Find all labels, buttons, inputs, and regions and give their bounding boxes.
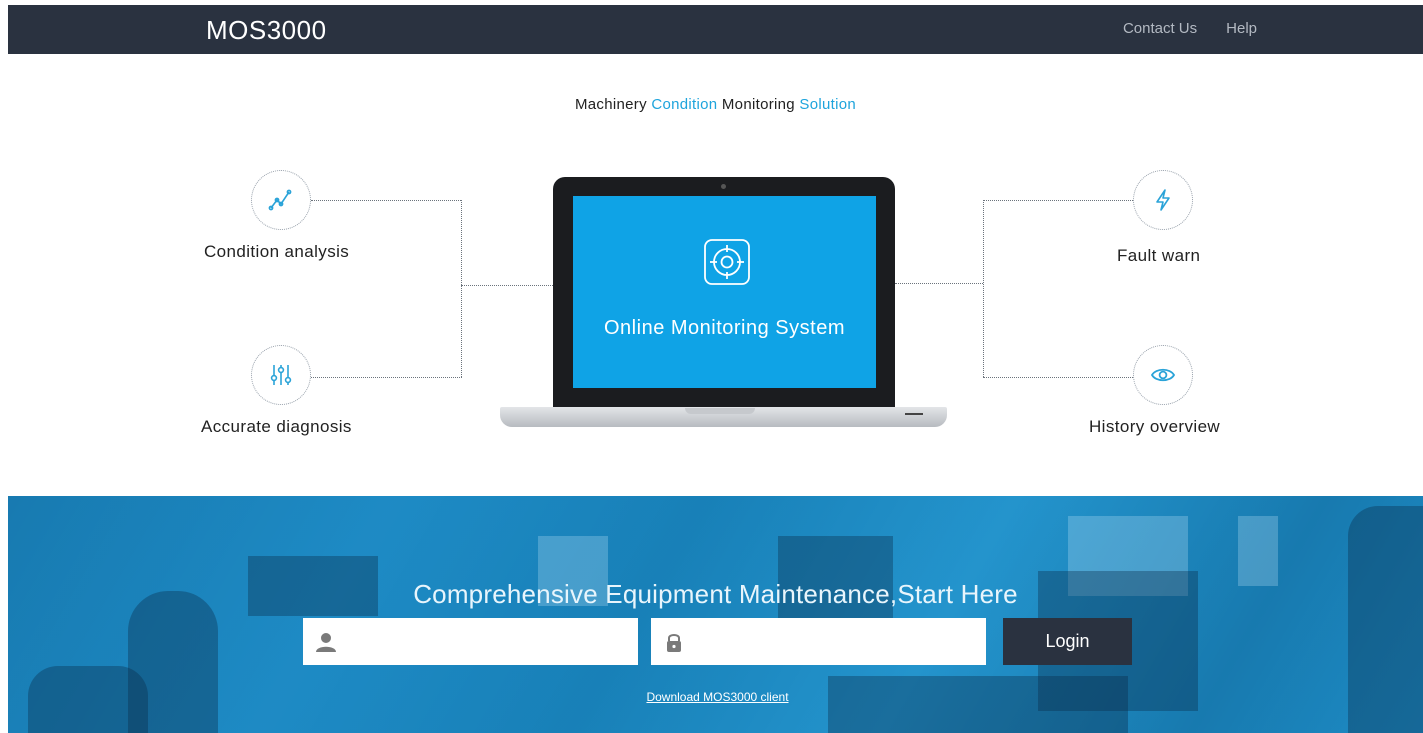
laptop-indicator bbox=[905, 413, 923, 415]
accurate-diagnosis-badge bbox=[251, 345, 311, 405]
nav-help[interactable]: Help bbox=[1226, 20, 1257, 37]
connector-line bbox=[983, 200, 984, 377]
username-input[interactable] bbox=[337, 621, 638, 662]
background-monitor bbox=[1238, 516, 1278, 586]
laptop-illustration: Online Monitoring System bbox=[500, 177, 947, 433]
condition-analysis-label: Condition analysis bbox=[204, 242, 350, 261]
connector-line bbox=[983, 200, 1133, 201]
nav-contact-us[interactable]: Contact Us bbox=[1123, 20, 1197, 37]
password-field[interactable] bbox=[651, 618, 986, 665]
laptop-screen: Online Monitoring System bbox=[573, 196, 876, 388]
background-desk bbox=[828, 676, 1128, 733]
history-overview-label: History overview bbox=[1089, 417, 1221, 436]
top-bar: MOS3000 Contact Us Help bbox=[8, 5, 1423, 54]
tagline-highlight: Condition bbox=[651, 96, 718, 113]
laptop-notch bbox=[685, 408, 755, 414]
login-hero: Comprehensive Equipment Maintenance,Star… bbox=[8, 496, 1423, 733]
eye-icon bbox=[1150, 368, 1176, 382]
lock-icon bbox=[667, 633, 681, 652]
connector-line bbox=[461, 200, 462, 377]
user-icon bbox=[316, 632, 336, 652]
page: MOS3000 Contact Us Help Machinery Condit… bbox=[8, 5, 1423, 733]
tagline-part: Machinery bbox=[574, 96, 652, 113]
password-input[interactable] bbox=[685, 621, 986, 662]
accurate-diagnosis-label: Accurate diagnosis bbox=[201, 417, 352, 436]
history-overview-badge bbox=[1133, 345, 1193, 405]
tagline-part: Monitoring bbox=[717, 96, 800, 113]
fault-warn-label: Fault warn bbox=[1117, 246, 1201, 265]
login-button[interactable]: Login bbox=[1003, 618, 1132, 665]
condition-analysis-badge bbox=[251, 170, 311, 230]
top-nav: Contact Us Help bbox=[1123, 20, 1257, 37]
hero-title: Comprehensive Equipment Maintenance,Star… bbox=[413, 579, 1018, 609]
sliders-icon bbox=[270, 365, 292, 385]
download-row: Download MOS3000 client bbox=[8, 690, 1423, 704]
connector-line bbox=[983, 377, 1133, 378]
trend-line-icon bbox=[268, 189, 292, 211]
lightning-icon bbox=[1156, 189, 1170, 211]
connector-line bbox=[311, 377, 462, 378]
brand-logo[interactable]: MOS3000 bbox=[206, 15, 327, 46]
tagline: Machinery Condition Monitoring Solution bbox=[8, 96, 1423, 113]
tagline-highlight: Solution bbox=[799, 96, 857, 113]
target-icon bbox=[704, 239, 750, 285]
username-field[interactable] bbox=[303, 618, 638, 665]
laptop-lid: Online Monitoring System bbox=[553, 177, 895, 409]
camera-dot bbox=[721, 184, 726, 189]
download-client-link[interactable]: Download MOS3000 client bbox=[646, 690, 788, 704]
connector-line bbox=[311, 200, 461, 201]
fault-warn-badge bbox=[1133, 170, 1193, 230]
screen-title: Online Monitoring System bbox=[604, 317, 845, 339]
